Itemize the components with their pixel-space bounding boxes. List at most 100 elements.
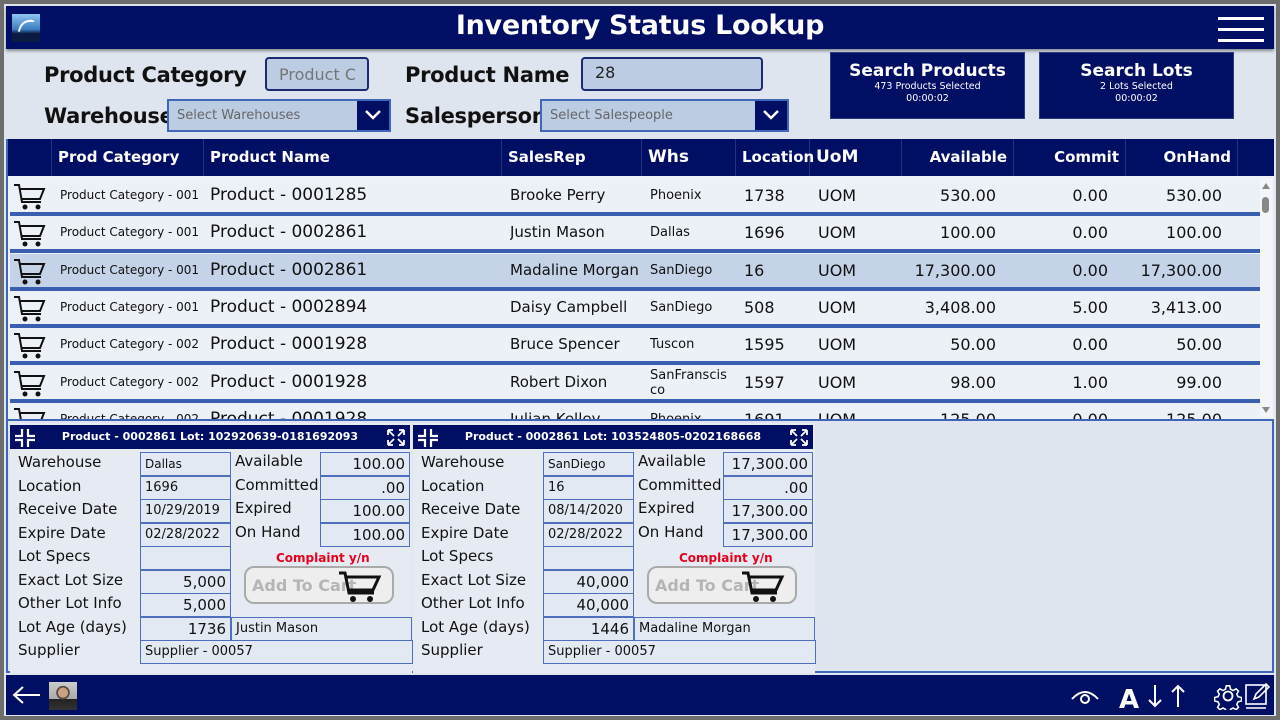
col-header-product[interactable]: Product Name bbox=[204, 139, 502, 176]
col-header-uom[interactable]: UoM bbox=[810, 139, 902, 176]
cell-uom: UOM bbox=[818, 403, 904, 419]
lots-selected-count: 2 Lots Selected bbox=[1100, 81, 1173, 92]
search-products-button[interactable]: Search Products 473 Products Selected 00… bbox=[830, 52, 1025, 119]
move-icon[interactable] bbox=[417, 428, 439, 448]
grid-scrollbar[interactable] bbox=[1260, 179, 1272, 417]
label-supplier: Supplier bbox=[18, 641, 80, 659]
gear-icon[interactable] bbox=[1214, 682, 1242, 710]
sort-up-icon[interactable] bbox=[1169, 683, 1187, 709]
value-available: 17,300.00 bbox=[723, 452, 813, 476]
label-available: Available bbox=[235, 452, 303, 470]
table-row[interactable]: Product Category - 001 Product - 0002894 D… bbox=[10, 290, 1262, 328]
move-icon[interactable] bbox=[14, 428, 36, 448]
eye-icon[interactable] bbox=[1070, 685, 1100, 707]
col-header-available[interactable]: Available bbox=[902, 139, 1014, 176]
font-size-icon[interactable]: A bbox=[1118, 683, 1142, 711]
table-row[interactable]: Product Category - 002 Product - 0001928 R… bbox=[10, 365, 1262, 403]
add-to-cart-icon[interactable] bbox=[13, 407, 47, 419]
value-other_lot_info: 5,000 bbox=[140, 593, 231, 617]
back-arrow-icon[interactable] bbox=[12, 685, 42, 705]
table-row[interactable]: Product Category - 001 Product - 0002861 J… bbox=[10, 216, 1262, 254]
value-warehouse: Dallas bbox=[140, 452, 231, 476]
cell-uom: UOM bbox=[818, 372, 857, 392]
add-to-cart-icon[interactable] bbox=[13, 258, 47, 286]
label-lot_specs: Lot Specs bbox=[421, 547, 494, 565]
cell-product: Product - 0001928 bbox=[210, 408, 368, 419]
label-lot_age: Lot Age (days) bbox=[421, 617, 530, 636]
salesperson-label: Salesperson bbox=[405, 104, 547, 128]
table-row[interactable]: Product Category - 001 Product - 0001285 B… bbox=[10, 179, 1262, 216]
grid-header: Prod Category Product Name SalesRep Whs … bbox=[8, 139, 1274, 176]
add-to-cart-icon[interactable] bbox=[13, 295, 47, 323]
search-lots-label: Search Lots bbox=[1080, 61, 1193, 81]
chevron-down-icon[interactable] bbox=[755, 101, 787, 130]
scroll-thumb[interactable] bbox=[1262, 197, 1269, 213]
label-expire_date: Expire Date bbox=[18, 523, 106, 542]
hamburger-menu-icon[interactable] bbox=[1218, 15, 1264, 43]
chevron-down-icon[interactable] bbox=[357, 101, 389, 130]
cell-category: Product Category - 002 bbox=[60, 337, 200, 352]
cell-uom: UOM bbox=[818, 186, 857, 205]
cell-location: 1597 bbox=[744, 372, 785, 392]
cell-product: Product - 0001928 bbox=[210, 334, 368, 355]
table-row[interactable]: Product Category - 002 Product - 0001928 B… bbox=[10, 328, 1262, 366]
scroll-up-arrow[interactable] bbox=[1262, 183, 1270, 189]
salesperson-placeholder: Select Salespeople bbox=[550, 108, 673, 123]
label-expired: Expired bbox=[235, 499, 292, 517]
svg-text:A: A bbox=[1119, 685, 1139, 711]
warehouse-dropdown[interactable]: Select Warehouses bbox=[167, 99, 391, 132]
col-header-category[interactable]: Prod Category bbox=[52, 139, 204, 176]
scroll-down-arrow[interactable] bbox=[1262, 407, 1270, 413]
cell-salesrep: Robert Dixon bbox=[510, 372, 608, 391]
label-committed: Committed bbox=[638, 475, 722, 494]
col-header-whs[interactable]: Whs bbox=[642, 139, 736, 176]
product-name-input[interactable]: 28 bbox=[581, 57, 763, 91]
add-to-cart-button[interactable]: Add To Cart bbox=[244, 566, 394, 604]
product-category-label: Product Category bbox=[44, 63, 247, 87]
complaint-label[interactable]: Complaint y/n bbox=[679, 551, 773, 565]
user-avatar[interactable] bbox=[49, 682, 77, 710]
cell-onhand: 3,413.00 bbox=[1150, 297, 1222, 317]
cell-available: 100.00 bbox=[940, 223, 996, 243]
cell-salesrep: Bruce Spencer bbox=[510, 335, 620, 354]
cell-whs: Phoenix bbox=[650, 188, 702, 203]
product-category-input[interactable] bbox=[265, 57, 369, 91]
expand-icon[interactable] bbox=[789, 428, 809, 447]
product-grid: Prod Category Product Name SalesRep Whs … bbox=[6, 139, 1274, 419]
table-row[interactable]: Product Category - 001 Product - 0002861 M… bbox=[10, 253, 1262, 291]
add-to-cart-icon[interactable] bbox=[13, 220, 47, 248]
table-row[interactable]: Product Category - 002 Product - 0001928 J… bbox=[10, 402, 1262, 419]
label-expired: Expired bbox=[638, 499, 695, 517]
cell-location: 1691 bbox=[744, 403, 814, 419]
value-exact_lot_size: 40,000 bbox=[543, 569, 634, 594]
value-salesrep: Madaline Morgan bbox=[634, 616, 815, 641]
expand-icon[interactable] bbox=[386, 428, 406, 447]
complaint-label[interactable]: Complaint y/n bbox=[276, 551, 370, 565]
value-supplier: Supplier - 00057 bbox=[543, 640, 816, 664]
edit-icon[interactable] bbox=[1244, 681, 1270, 711]
cell-available: 50.00 bbox=[950, 335, 996, 355]
label-lot_age: Lot Age (days) bbox=[18, 617, 127, 636]
salesperson-dropdown[interactable]: Select Salespeople bbox=[540, 99, 789, 132]
cell-onhand: 99.00 bbox=[1176, 372, 1222, 392]
col-header-location[interactable]: Location bbox=[736, 139, 814, 176]
cell-onhand: 50.00 bbox=[1176, 335, 1222, 355]
col-header-salesrep[interactable]: SalesRep bbox=[502, 139, 642, 176]
value-expire_date: 02/28/2022 bbox=[140, 522, 231, 547]
search-lots-button[interactable]: Search Lots 2 Lots Selected 00:00:02 bbox=[1039, 52, 1234, 119]
add-to-cart-button[interactable]: Add To Cart bbox=[647, 566, 797, 604]
col-header-commit[interactable]: Commit bbox=[1014, 139, 1126, 176]
value-committed: .00 bbox=[723, 475, 813, 500]
add-to-cart-icon[interactable] bbox=[13, 332, 47, 360]
lot-detail-panel: Product - 0002861 Lot: 102920639-0181692… bbox=[6, 419, 1274, 673]
cell-available: 3,408.00 bbox=[924, 297, 996, 317]
add-to-cart-icon[interactable] bbox=[13, 183, 47, 211]
col-header-onhand[interactable]: OnHand bbox=[1126, 139, 1238, 176]
add-to-cart-icon[interactable] bbox=[13, 370, 47, 398]
label-exact_lot_size: Exact Lot Size bbox=[421, 570, 527, 589]
label-other_lot_info: Other Lot Info bbox=[18, 594, 122, 612]
value-location: 1696 bbox=[140, 475, 231, 500]
cell-salesrep: Justin Mason bbox=[510, 223, 605, 242]
sort-down-icon[interactable] bbox=[1146, 683, 1164, 709]
value-receive_date: 10/29/2019 bbox=[140, 499, 231, 523]
